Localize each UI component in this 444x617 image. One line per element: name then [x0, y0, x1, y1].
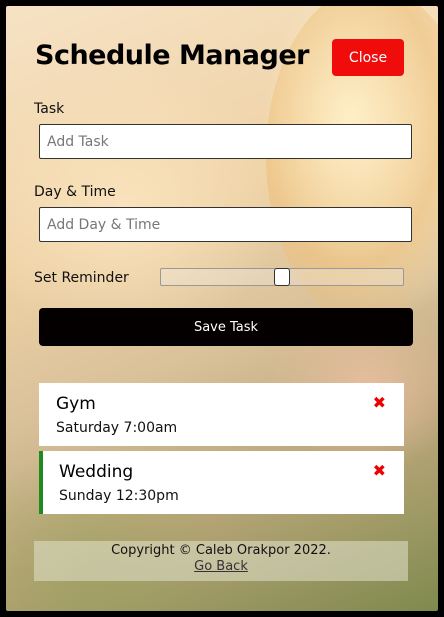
reminder-slider[interactable]	[160, 268, 404, 286]
slider-thumb[interactable]	[274, 268, 290, 286]
copyright-text: Copyright © Caleb Orakpor 2022.	[111, 543, 331, 558]
task-title: Wedding	[59, 462, 134, 482]
go-back-link[interactable]: Go Back	[34, 559, 408, 574]
task-time: Sunday 12:30pm	[59, 488, 179, 504]
close-button[interactable]: Close	[332, 39, 404, 76]
datetime-label: Day & Time	[34, 184, 116, 200]
footer: Copyright © Caleb Orakpor 2022. Go Back	[34, 541, 408, 581]
page-title: Schedule Manager	[35, 40, 309, 71]
task-label: Task	[34, 101, 65, 117]
close-icon[interactable]: ✖	[373, 395, 386, 411]
save-task-button[interactable]: Save Task	[39, 308, 413, 346]
datetime-input[interactable]	[39, 207, 412, 242]
close-icon[interactable]: ✖	[373, 463, 386, 479]
app-container: Schedule Manager Close Task Day & Time S…	[6, 6, 438, 611]
task-item[interactable]: Gym Saturday 7:00am ✖	[39, 383, 404, 446]
task-item[interactable]: Wedding Sunday 12:30pm ✖	[39, 451, 404, 514]
task-time: Saturday 7:00am	[56, 420, 178, 436]
task-input[interactable]	[39, 124, 412, 159]
task-title: Gym	[56, 394, 96, 414]
reminder-label: Set Reminder	[34, 270, 129, 286]
